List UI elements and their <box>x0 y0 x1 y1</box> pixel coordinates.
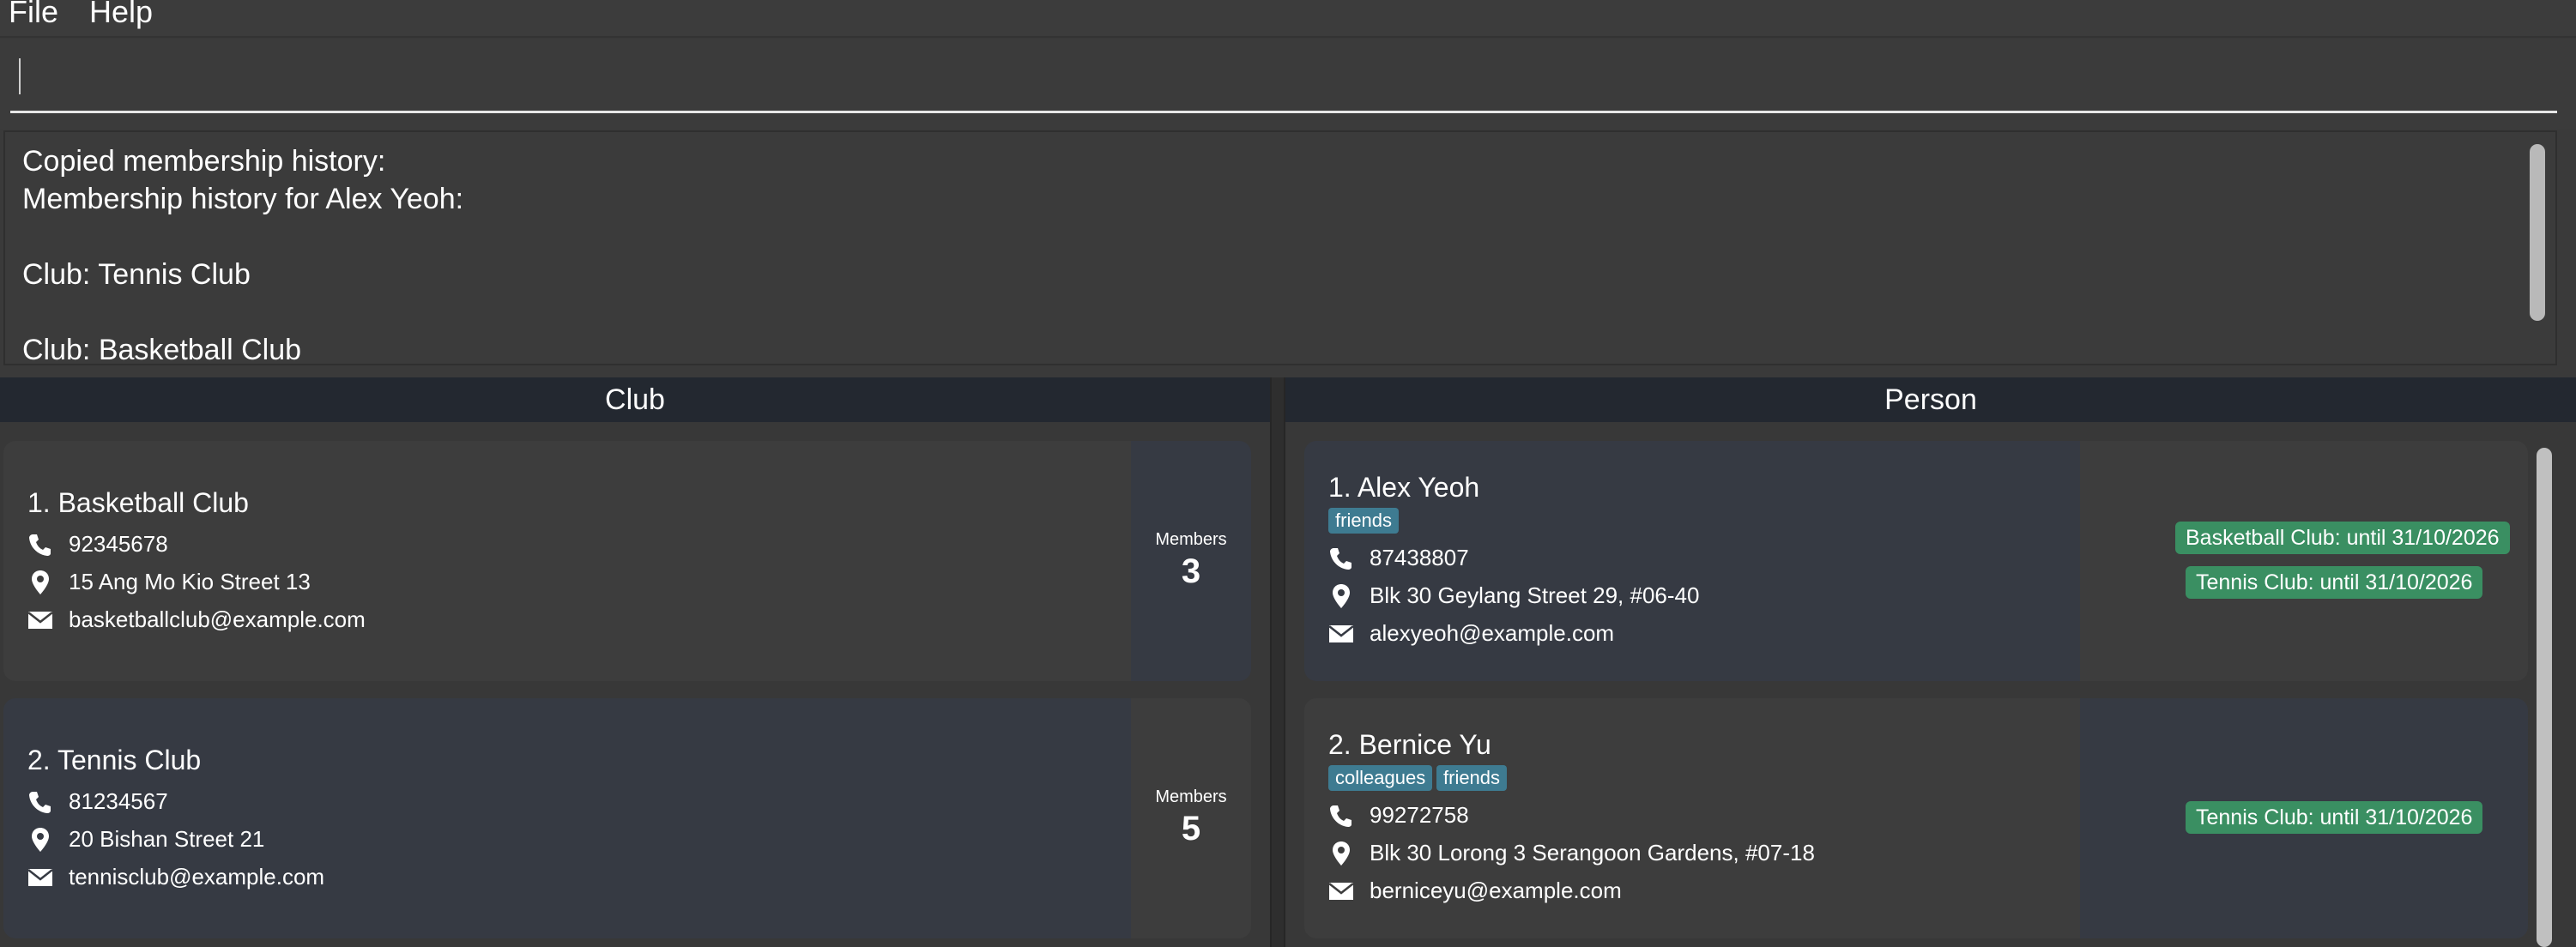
phone-icon <box>1328 546 1354 571</box>
club-phone-text: 81234567 <box>69 788 168 814</box>
phone-icon <box>27 532 53 558</box>
club-panel-header: Club <box>0 377 1270 422</box>
menu-help[interactable]: Help <box>89 0 153 29</box>
menu-file[interactable]: File <box>9 0 58 29</box>
envelope-icon <box>1328 621 1354 647</box>
location-pin-icon <box>1328 841 1354 866</box>
result-line: Club: Tennis Club <box>22 258 251 291</box>
result-line: Club: Basketball Club <box>22 334 302 365</box>
text-caret <box>19 58 21 94</box>
result-line: Copied membership history: <box>22 145 386 178</box>
result-scrollbar[interactable] <box>2530 144 2545 321</box>
membership-badge: Tennis Club: until 31/10/2026 <box>2186 801 2483 834</box>
location-pin-icon <box>1328 583 1354 609</box>
club-card-body <box>3 441 1131 681</box>
person-panel: Person 1. Alex Yeoh friends 87438807 Blk… <box>1285 377 2576 947</box>
person-card[interactable]: 2. Bernice Yu colleagues friends 9927275… <box>1304 698 2528 938</box>
members-count: 3 <box>1181 552 1201 590</box>
envelope-icon <box>1328 878 1354 904</box>
location-pin-icon <box>27 570 53 595</box>
result-display[interactable]: Copied membership history: Membership hi… <box>3 130 2557 365</box>
members-label: Members <box>1155 787 1227 806</box>
club-email-text: tennisclub@example.com <box>69 864 325 890</box>
app-window: File Help Copied membership history: Mem… <box>0 0 2576 947</box>
club-panel: Club 1. Basketball Club 92345678 15 Ang … <box>0 377 1270 947</box>
person-email-text: berniceyu@example.com <box>1370 878 1622 903</box>
person-title: 2. Bernice Yu <box>1328 729 1491 760</box>
person-title: 1. Alex Yeoh <box>1328 472 1480 503</box>
membership-badge: Basketball Club: until 31/10/2026 <box>2175 522 2510 554</box>
person-card[interactable]: 1. Alex Yeoh friends 87438807 Blk 30 Gey… <box>1304 441 2528 681</box>
menu-bar: File Help <box>0 0 2576 38</box>
club-card[interactable]: 2. Tennis Club 81234567 20 Bishan Street… <box>3 698 1251 938</box>
person-list-scrollbar[interactable] <box>2537 448 2552 947</box>
panel-divider[interactable] <box>1270 377 1285 947</box>
club-email-text: basketballclub@example.com <box>69 606 366 632</box>
person-address-text: Blk 30 Geylang Street 29, #06-40 <box>1370 582 1700 608</box>
club-card-body <box>3 698 1131 938</box>
person-address-text: Blk 30 Lorong 3 Serangoon Gardens, #07-1… <box>1370 840 1815 866</box>
tag-friends: friends <box>1328 508 1400 534</box>
envelope-icon <box>27 607 53 633</box>
club-address-text: 15 Ang Mo Kio Street 13 <box>69 569 311 594</box>
phone-icon <box>1328 803 1354 829</box>
club-card[interactable]: 1. Basketball Club 92345678 15 Ang Mo Ki… <box>3 441 1251 681</box>
person-phone-text: 99272758 <box>1370 802 1469 828</box>
person-memberships-box <box>2080 441 2528 681</box>
person-phone-text: 87438807 <box>1370 545 1469 570</box>
person-panel-header: Person <box>1285 377 2576 422</box>
phone-icon <box>27 789 53 815</box>
club-title: 1. Basketball Club <box>27 487 249 518</box>
command-box <box>0 39 2576 129</box>
club-address-text: 20 Bishan Street 21 <box>69 826 265 852</box>
tag-colleagues: colleagues <box>1328 765 1433 791</box>
result-line: Membership history for Alex Yeoh: <box>22 183 464 215</box>
location-pin-icon <box>27 827 53 853</box>
command-input[interactable] <box>10 55 2557 113</box>
members-count: 5 <box>1181 810 1201 847</box>
membership-badge: Tennis Club: until 31/10/2026 <box>2186 566 2483 599</box>
members-label: Members <box>1155 530 1227 549</box>
person-email-text: alexyeoh@example.com <box>1370 620 1615 646</box>
club-title: 2. Tennis Club <box>27 745 202 775</box>
club-phone-text: 92345678 <box>69 531 168 557</box>
envelope-icon <box>27 865 53 890</box>
tag-friends: friends <box>1436 765 1508 791</box>
